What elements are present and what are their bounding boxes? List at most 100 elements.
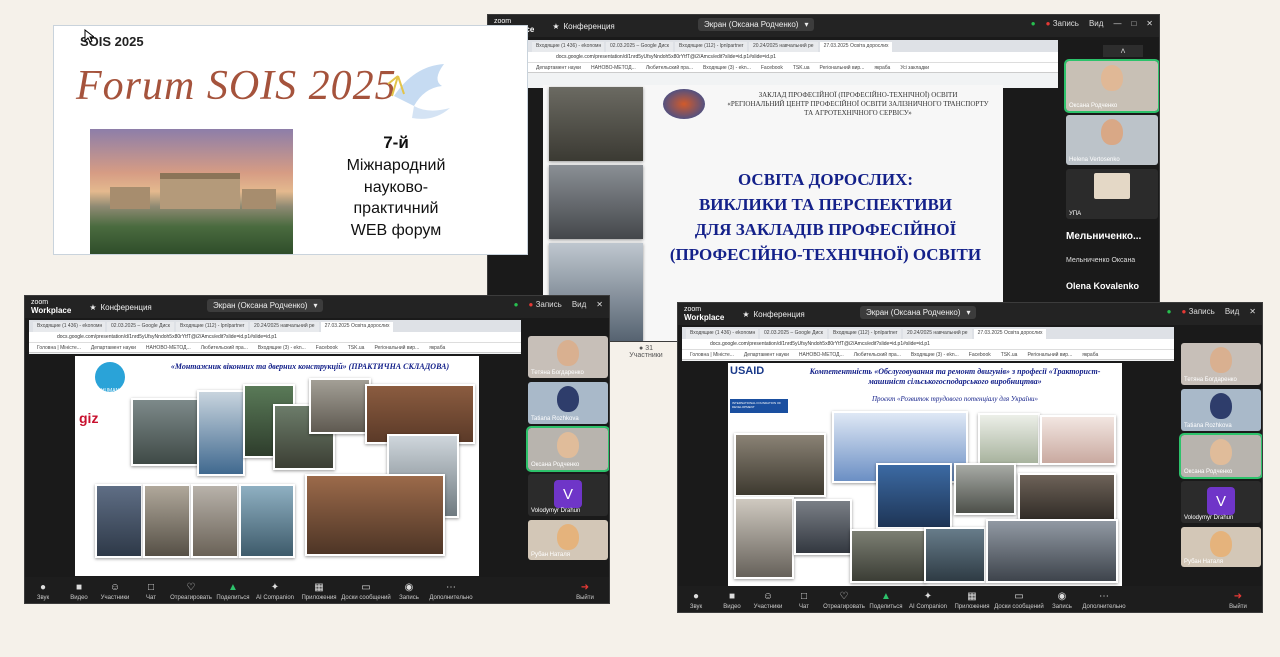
leave-button[interactable]: ➜ Выйти xyxy=(567,583,603,602)
address-bar[interactable]: docs.google.com/presentation/d/1nrd5yUfs… xyxy=(528,52,1058,63)
close-icon[interactable]: ✕ xyxy=(1249,307,1256,316)
screen-share-label[interactable]: Экран (Оксана Родченко) ▾ xyxy=(207,299,324,312)
whiteboard-button[interactable]: ▭ Доски сообщений xyxy=(341,583,391,602)
browser-tab-active[interactable]: 27.03.2025 Освіта дорослих xyxy=(320,322,393,332)
participant-tile[interactable]: V Volodymyr Drahun xyxy=(528,474,608,516)
participant-tile[interactable]: Оксана Родченко xyxy=(1179,433,1262,479)
participant-tile[interactable]: V Volodymyr Drahun xyxy=(1181,481,1261,523)
leave-button[interactable]: ➜ Выйти xyxy=(1220,592,1256,611)
browser-tab[interactable]: Входящие (112) - lpnlpartner xyxy=(175,322,248,332)
bookmark[interactable]: Facebook xyxy=(969,352,991,358)
ai-companion-button[interactable]: ✦ AI Companion xyxy=(906,592,950,611)
view-menu[interactable]: Вид xyxy=(1089,19,1103,28)
bookmark[interactable]: якраба xyxy=(874,65,890,71)
conference-menu[interactable]: ★ Конференция xyxy=(552,22,614,31)
bookmark[interactable]: НАНОВО-МЕТОД... xyxy=(799,352,844,358)
conference-menu[interactable]: ★ Конференция xyxy=(89,303,151,312)
browser-tab[interactable]: Входящие (1 436) - ekonoмн xyxy=(686,329,758,339)
bookmark[interactable]: Департамент науки xyxy=(91,345,136,351)
bookmark[interactable]: Департамент науки xyxy=(744,352,789,358)
participant-tile[interactable]: Оксана Родченко xyxy=(526,426,609,472)
participant-tile[interactable]: Тетяна Богдаренко xyxy=(528,336,608,378)
bookmark[interactable]: якраба xyxy=(429,345,445,351)
ai-companion-button[interactable]: ✦ AI Companion xyxy=(253,583,297,602)
participant-tile[interactable]: Рубан Наталя xyxy=(528,520,608,560)
share-button[interactable]: ▲ Поделиться xyxy=(213,583,253,602)
bookmark[interactable]: Регіональний вир... xyxy=(1027,352,1072,358)
browser-tab[interactable]: Входящие (1 436) - ekonoмн xyxy=(33,322,105,332)
chevron-up-icon[interactable]: ˄ xyxy=(1103,45,1143,57)
address-bar[interactable]: docs.google.com/presentation/d/1nrd5yUfs… xyxy=(29,332,521,343)
bookmark[interactable]: Регіональний вир... xyxy=(374,345,419,351)
audio-button[interactable]: ● Звук xyxy=(25,583,61,602)
share-button[interactable]: ▲ Поделиться xyxy=(866,592,906,611)
address-bar[interactable]: docs.google.com/presentation/d/1nrd5yUfs… xyxy=(682,339,1174,350)
view-menu[interactable]: Вид xyxy=(572,300,586,309)
participants-button[interactable]: ☺ Участники xyxy=(97,583,133,602)
browser-tab-active[interactable]: 27.03.2025 Освіта дорослих xyxy=(819,42,892,52)
participant-tile[interactable]: Рубан Наталя xyxy=(1181,527,1261,567)
record-indicator[interactable]: ● Запись xyxy=(528,300,561,309)
bookmark[interactable]: Любительский пра... xyxy=(854,352,901,358)
participant-tile[interactable]: Tatiana Rozhkova xyxy=(528,382,608,424)
record-indicator[interactable]: ● Запись xyxy=(1181,307,1214,316)
video-button[interactable]: ■ Видео xyxy=(61,583,97,602)
participant-tile[interactable]: Тетяна Богдаренко xyxy=(1181,343,1261,385)
bookmark[interactable]: Головна | Міністе... xyxy=(37,345,81,351)
more-button[interactable]: ⋯ Дополнительно xyxy=(1080,592,1128,611)
browser-tab[interactable]: Входящие (112) - lpnlpartner xyxy=(674,42,747,52)
browser-tab[interactable]: 02.03.2025 – Google Диск xyxy=(107,322,174,332)
apps-button[interactable]: ▦ Приложения xyxy=(950,592,994,611)
conference-menu[interactable]: ★ Конференция xyxy=(742,310,804,319)
browser-tab[interactable]: Входящие (1 436) - ekonoмн xyxy=(532,42,604,52)
record-indicator[interactable]: ● Запись xyxy=(1046,19,1079,28)
browser-tab[interactable]: 20.24/2025 навчальний ре xyxy=(748,42,818,52)
bookmark[interactable]: Входящие (3) - ekn... xyxy=(703,65,751,71)
more-button[interactable]: ⋯ Дополнительно xyxy=(427,583,475,602)
bookmark[interactable]: Входящие (3) - ekn... xyxy=(258,345,306,351)
screen-share-label[interactable]: Экран (Оксана Родченко) ▾ xyxy=(860,306,977,319)
browser-tab-active[interactable]: 27.03.2025 Освіта дорослих xyxy=(973,329,1046,339)
bookmark[interactable]: Усі закладки xyxy=(900,65,929,71)
bookmark[interactable]: якраба xyxy=(1082,352,1098,358)
bookmark[interactable]: Департамент науки xyxy=(536,65,581,71)
bookmark[interactable]: НАНОВО-МЕТОД... xyxy=(146,345,191,351)
browser-tab[interactable]: 02.03.2025 – Google Диск xyxy=(606,42,673,52)
bookmark[interactable]: Головна | Міністе... xyxy=(690,352,734,358)
bookmark[interactable]: Любительский пра... xyxy=(201,345,248,351)
apps-button[interactable]: ▦ Приложения xyxy=(297,583,341,602)
participants-button[interactable]: ☺ Участники xyxy=(750,592,786,611)
react-button[interactable]: ♡ Отреагировать xyxy=(169,583,213,602)
participant-tile[interactable]: Оксана Родченко xyxy=(1064,59,1159,113)
maximize-icon[interactable]: □ xyxy=(1131,19,1136,28)
close-icon[interactable]: ✕ xyxy=(596,300,603,309)
view-menu[interactable]: Вид xyxy=(1225,307,1239,316)
participant-tile[interactable]: УПА xyxy=(1066,169,1158,219)
audio-button[interactable]: ● Звук xyxy=(678,592,714,611)
bookmark[interactable]: Входящие (3) - ekn... xyxy=(911,352,959,358)
browser-tab[interactable]: Входящие (112) - lpnlpartner xyxy=(828,329,901,339)
browser-tab[interactable]: 20.24/2025 навчальний ре xyxy=(902,329,972,339)
browser-tab[interactable]: 02.03.2025 – Google Диск xyxy=(760,329,827,339)
browser-tab[interactable]: 20.24/2025 навчальний ре xyxy=(249,322,319,332)
video-button[interactable]: ■ Видео xyxy=(714,592,750,611)
bookmark[interactable]: Facebook xyxy=(761,65,783,71)
chat-button[interactable]: □ Чат xyxy=(133,583,169,602)
bookmark[interactable]: Facebook xyxy=(316,345,338,351)
bookmark[interactable]: Регіональний вир... xyxy=(820,65,865,71)
participant-tile[interactable]: Helena Vertosenko xyxy=(1066,115,1158,165)
bookmark[interactable]: TSK.ua xyxy=(1001,352,1018,358)
record-button[interactable]: ◉ Запись xyxy=(1044,592,1080,611)
screen-share-label[interactable]: Экран (Оксана Родченко) ▾ xyxy=(698,18,815,31)
react-button[interactable]: ♡ Отреагировать xyxy=(822,592,866,611)
whiteboard-button[interactable]: ▭ Доски сообщений xyxy=(994,592,1044,611)
participants-mini[interactable]: ● 31 Участники xyxy=(628,345,664,359)
bookmark[interactable]: TSK.ua xyxy=(793,65,810,71)
record-button[interactable]: ◉ Запись xyxy=(391,583,427,602)
chat-button[interactable]: □ Чат xyxy=(786,592,822,611)
bookmark[interactable]: НАНОВО-МЕТОД... xyxy=(591,65,636,71)
close-icon[interactable]: ✕ xyxy=(1146,19,1153,28)
bookmark[interactable]: Любительский пра... xyxy=(646,65,693,71)
minimize-icon[interactable]: — xyxy=(1113,19,1121,28)
bookmark[interactable]: TSK.ua xyxy=(348,345,365,351)
